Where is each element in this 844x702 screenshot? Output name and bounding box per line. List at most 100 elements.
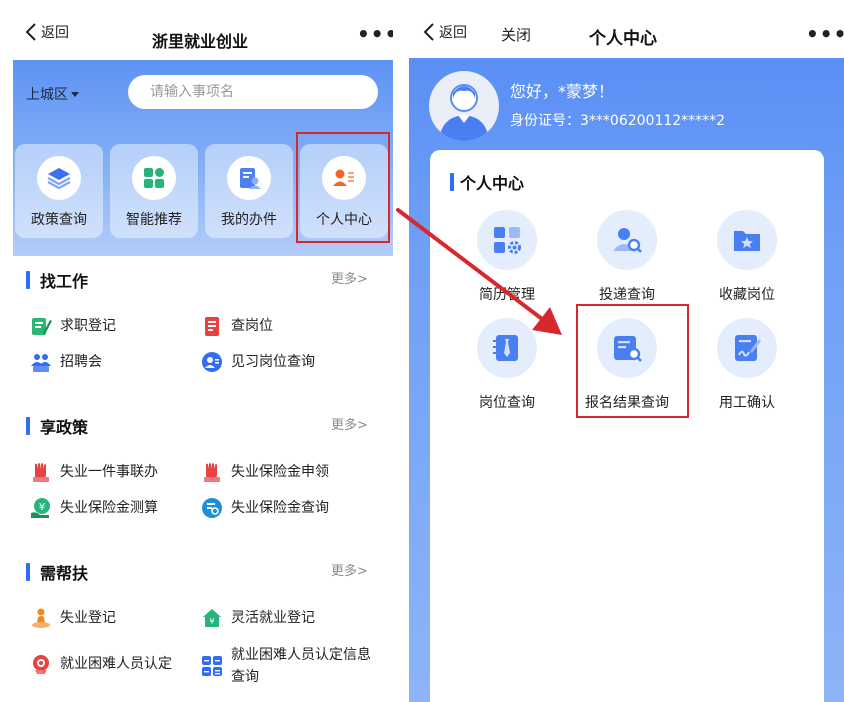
menu-item-flexible-employment[interactable]: ¥ 灵活就业登记	[201, 607, 315, 629]
back-button[interactable]: 返回	[423, 22, 467, 42]
menu-item-label: 失业保险金申领	[231, 464, 329, 480]
sign-doc-icon	[717, 318, 777, 378]
menu-item-unemployment-register[interactable]: 失业登记	[30, 607, 116, 629]
menu-item-label: 失业保险金查询	[231, 500, 329, 516]
grid-item-delivery-query[interactable]: 投递查询	[567, 210, 687, 304]
menu-item-unemployment-calc[interactable]: ¥ 失业保险金测算	[30, 497, 158, 519]
menu-item-label: 失业保险金测算	[60, 500, 158, 516]
grid-label: 简历管理	[479, 287, 535, 303]
id-number-text: 身份证号：3***06200112*****2	[510, 113, 726, 129]
menu-item-difficulty-identify[interactable]: 就业困难人员认定	[30, 653, 172, 675]
more-menu-button[interactable]: •••	[806, 24, 844, 44]
job-list-icon	[201, 315, 223, 337]
menu-item-difficulty-query[interactable]: 就业困难人员认定信息查询	[201, 644, 371, 688]
more-link[interactable]: 更多>	[331, 268, 368, 287]
avatar	[429, 71, 499, 141]
section-bar	[450, 173, 454, 191]
section-bar	[26, 417, 30, 435]
quick-policy-query[interactable]: 政策查询	[15, 144, 103, 238]
folder-star-icon	[717, 210, 777, 270]
menu-item-label: 查岗位	[231, 318, 273, 334]
greeting-text: 您好，*蒙梦！	[510, 82, 615, 101]
section-title-text: 享政策	[40, 418, 89, 437]
page-title: 浙里就业创业	[152, 32, 249, 51]
section-bar	[26, 563, 30, 581]
calculator-icon	[201, 655, 223, 677]
user-avatar-icon	[439, 84, 489, 141]
menu-item-unemployment-query[interactable]: 失业保险金查询	[201, 497, 329, 519]
svg-text:¥: ¥	[209, 617, 214, 626]
caret-down-icon	[71, 91, 79, 97]
hand-icon	[30, 461, 52, 483]
back-button[interactable]: 返回	[25, 22, 69, 42]
quick-label: 我的办件	[221, 212, 277, 228]
grid-label: 投递查询	[599, 287, 655, 303]
more-link[interactable]: 更多>	[331, 560, 368, 579]
section-title-text: 需帮扶	[40, 564, 89, 583]
user-search-icon	[597, 210, 657, 270]
menu-item-label: 招聘会	[60, 354, 102, 370]
document-user-icon	[227, 156, 271, 200]
card-title: 个人中心	[450, 170, 524, 194]
personal-center-card: 个人中心 简历管理 投递查询 收藏岗位 岗位查询 报名结果查询 用工确认	[430, 150, 824, 702]
quick-smart-recommend[interactable]: 智能推荐	[110, 144, 198, 238]
section-title-assistance: 需帮扶	[26, 560, 88, 584]
menu-item-job-register[interactable]: 求职登记	[30, 315, 116, 337]
close-button[interactable]: 关闭	[501, 24, 531, 45]
more-menu-button[interactable]: •••	[357, 24, 393, 44]
badge-icon	[30, 653, 52, 675]
grid-item-resume[interactable]: 简历管理	[447, 210, 567, 304]
intern-icon	[201, 351, 223, 373]
profile-banner: 您好，*蒙梦！ 身份证号：3***06200112*****2 个人中心 简历管…	[409, 58, 844, 702]
menu-item-job-fair[interactable]: 招聘会	[30, 351, 102, 373]
menu-item-label: 失业登记	[60, 610, 116, 626]
back-label: 返回	[439, 25, 467, 41]
section-bar	[26, 271, 30, 289]
grid-item-saved-jobs[interactable]: 收藏岗位	[687, 210, 807, 304]
more-link[interactable]: 更多>	[331, 414, 368, 433]
menu-item-unemployment-combined[interactable]: 失业一件事联办	[30, 461, 158, 483]
house-money-icon: ¥	[201, 607, 223, 629]
menu-item-find-position[interactable]: 查岗位	[201, 315, 273, 337]
grid-label: 岗位查询	[479, 395, 535, 411]
menu-item-label: 见习岗位查询	[231, 354, 315, 370]
menu-item-label: 失业一件事联办	[60, 464, 158, 480]
job-fair-icon	[30, 351, 52, 373]
grid-label: 用工确认	[719, 395, 775, 411]
highlight-box-signup-result	[576, 304, 689, 418]
grid-item-employment-confirm[interactable]: 用工确认	[687, 318, 807, 412]
quick-label: 智能推荐	[126, 212, 182, 228]
left-nav-bar: 返回 浙里就业创业 •••	[13, 0, 393, 58]
menu-item-intern-position[interactable]: 见习岗位查询	[201, 351, 315, 373]
chevron-left-icon	[25, 23, 36, 41]
quick-my-cases[interactable]: 我的办件	[205, 144, 293, 238]
chevron-left-icon	[423, 23, 434, 41]
page-title: 个人中心	[589, 29, 657, 49]
menu-item-unemployment-claim[interactable]: 失业保险金申领	[201, 461, 329, 483]
job-tie-icon	[477, 318, 537, 378]
district-selector[interactable]: 上城区	[26, 84, 79, 104]
menu-item-label: 求职登记	[60, 318, 116, 334]
apps-icon	[132, 156, 176, 200]
district-label: 上城区	[26, 87, 68, 103]
menu-item-label: 就业困难人员认定	[60, 656, 172, 672]
menu-item-label: 灵活就业登记	[231, 610, 315, 626]
highlight-box-personal-center	[296, 132, 390, 243]
grid-item-job-query[interactable]: 岗位查询	[447, 318, 567, 412]
section-title-policy: 享政策	[26, 414, 88, 438]
right-screen: 返回 关闭 个人中心 ••• 您好，*蒙梦！ 身份证号：3***06200112…	[409, 0, 844, 702]
hand-icon	[201, 461, 223, 483]
back-label: 返回	[41, 25, 69, 41]
menu-item-label: 就业困难人员认定信息查询	[231, 647, 371, 685]
hero-banner: 上城区 政策查询 智能推荐 我的办件 个人中心	[13, 60, 393, 256]
layers-icon	[37, 156, 81, 200]
section-title-text: 找工作	[40, 272, 89, 291]
left-screen: 返回 浙里就业创业 ••• 上城区 政策查询 智能推荐 我的办件	[13, 0, 393, 702]
calc-money-icon: ¥	[30, 497, 52, 519]
section-title-find-job: 找工作	[26, 268, 88, 292]
person-pin-icon	[30, 607, 52, 629]
right-nav-bar: 返回 关闭 个人中心 •••	[409, 0, 844, 58]
search-input[interactable]	[128, 75, 378, 109]
svg-text:¥: ¥	[39, 502, 45, 513]
resume-settings-icon	[477, 210, 537, 270]
